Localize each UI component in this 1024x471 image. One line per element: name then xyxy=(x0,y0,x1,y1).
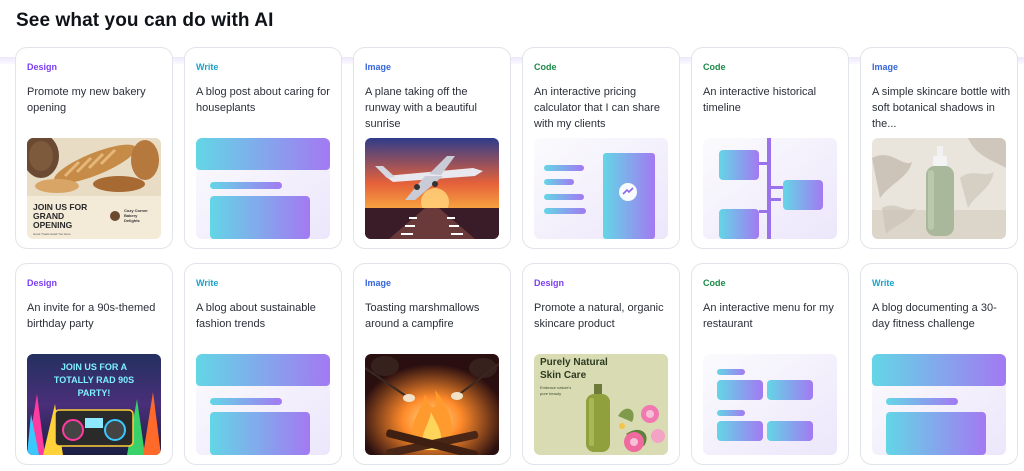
suggestion-card-sustainable-fashion[interactable]: Write A blog about sustainable fashion t… xyxy=(184,263,342,465)
suggestion-card-fitness-challenge[interactable]: Write A blog documenting a 30-day fitnes… xyxy=(860,263,1018,465)
skincare-headline-line1: Purely Natural xyxy=(540,357,608,368)
card-description: A simple skincare bottle with soft botan… xyxy=(872,86,1011,130)
card-description: An invite for a 90s-themed birthday part… xyxy=(27,302,156,330)
category-label: Write xyxy=(196,62,219,72)
party-headline-line2: TOTALLY RAD 90S xyxy=(54,375,134,385)
card-description: An interactive menu for my restaurant xyxy=(703,302,834,330)
bakery-tagline: Good Treats Await You Here xyxy=(33,232,71,236)
page-title: See what you can do with AI xyxy=(16,10,274,31)
category-label: Image xyxy=(365,278,392,288)
party-headline-line1: JOIN US FOR A xyxy=(61,362,128,372)
party-headline-line3: PARTY! xyxy=(78,388,111,398)
card-description: A plane taking off the runway with a bea… xyxy=(365,86,477,130)
suggestion-card-skincare-bottle[interactable]: Image A simple skincare bottle with soft… xyxy=(860,47,1018,249)
card-description: Promote a natural, organic skincare prod… xyxy=(534,302,664,330)
category-label: Code xyxy=(703,62,726,72)
skincare-headline-line2: Skin Care xyxy=(540,370,587,381)
category-label: Design xyxy=(534,278,565,288)
card-description: Toasting marshmallows around a campfire xyxy=(365,302,480,330)
suggestion-card-houseplants[interactable]: Write A blog post about caring for house… xyxy=(184,47,342,249)
bakery-poster-image: JOIN US FOR GRAND OPENING Good Treats Aw… xyxy=(27,138,161,239)
restaurant-menu-illustration xyxy=(703,354,837,455)
plane-sunrise-image xyxy=(365,138,499,239)
card-description: A blog post about caring for houseplants xyxy=(196,86,330,114)
category-label: Image xyxy=(872,62,899,72)
write-doc-illustration xyxy=(196,138,330,239)
skincare-tagline-line2: pure beauty xyxy=(540,391,561,396)
suggestion-card-restaurant-menu[interactable]: Code An interactive menu for my restaura… xyxy=(691,263,849,465)
skincare-ad-image: Purely Natural Skin Care Embrace nature'… xyxy=(534,354,668,455)
card-description: An interactive historical timeline xyxy=(703,86,817,114)
write-doc-illustration xyxy=(196,354,330,455)
90s-party-invite-image: JOIN US FOR A TOTALLY RAD 90S PARTY! xyxy=(27,354,161,455)
suggestion-card-organic-skincare[interactable]: Design Promote a natural, organic skinca… xyxy=(522,263,680,465)
suggestion-card-campfire[interactable]: Image Toasting marshmallows around a cam… xyxy=(353,263,511,465)
bakery-brand-line3: Delights xyxy=(124,218,141,223)
suggestion-card-pricing-calculator[interactable]: Code An interactive pricing calculator t… xyxy=(522,47,680,249)
suggestion-card-bakery[interactable]: Design Promote my new bakery opening JOI… xyxy=(15,47,173,249)
card-description: A blog about sustainable fashion trends xyxy=(196,302,316,330)
card-description: A blog documenting a 30-day fitness chal… xyxy=(872,302,997,330)
category-label: Design xyxy=(27,278,58,288)
category-label: Write xyxy=(872,278,895,288)
category-label: Write xyxy=(196,278,219,288)
card-description: An interactive pricing calculator that I… xyxy=(534,86,660,130)
skincare-tagline-line1: Embrace nature's xyxy=(540,385,571,390)
pricing-calculator-illustration xyxy=(534,138,668,239)
suggestion-card-timeline[interactable]: Code An interactive historical timeline xyxy=(691,47,849,249)
write-doc-illustration xyxy=(872,354,1006,455)
skincare-bottle-image xyxy=(872,138,1006,239)
campfire-image xyxy=(365,354,499,455)
timeline-illustration xyxy=(703,138,837,239)
category-label: Design xyxy=(27,62,58,72)
category-label: Code xyxy=(534,62,557,72)
suggestion-card-plane[interactable]: Image A plane taking off the runway with… xyxy=(353,47,511,249)
suggestion-card-90s-party[interactable]: Design An invite for a 90s-themed birthd… xyxy=(15,263,173,465)
category-label: Code xyxy=(703,278,726,288)
bakery-headline-line3: OPENING xyxy=(33,220,73,230)
card-description: Promote my new bakery opening xyxy=(27,86,146,114)
category-label: Image xyxy=(365,62,392,72)
